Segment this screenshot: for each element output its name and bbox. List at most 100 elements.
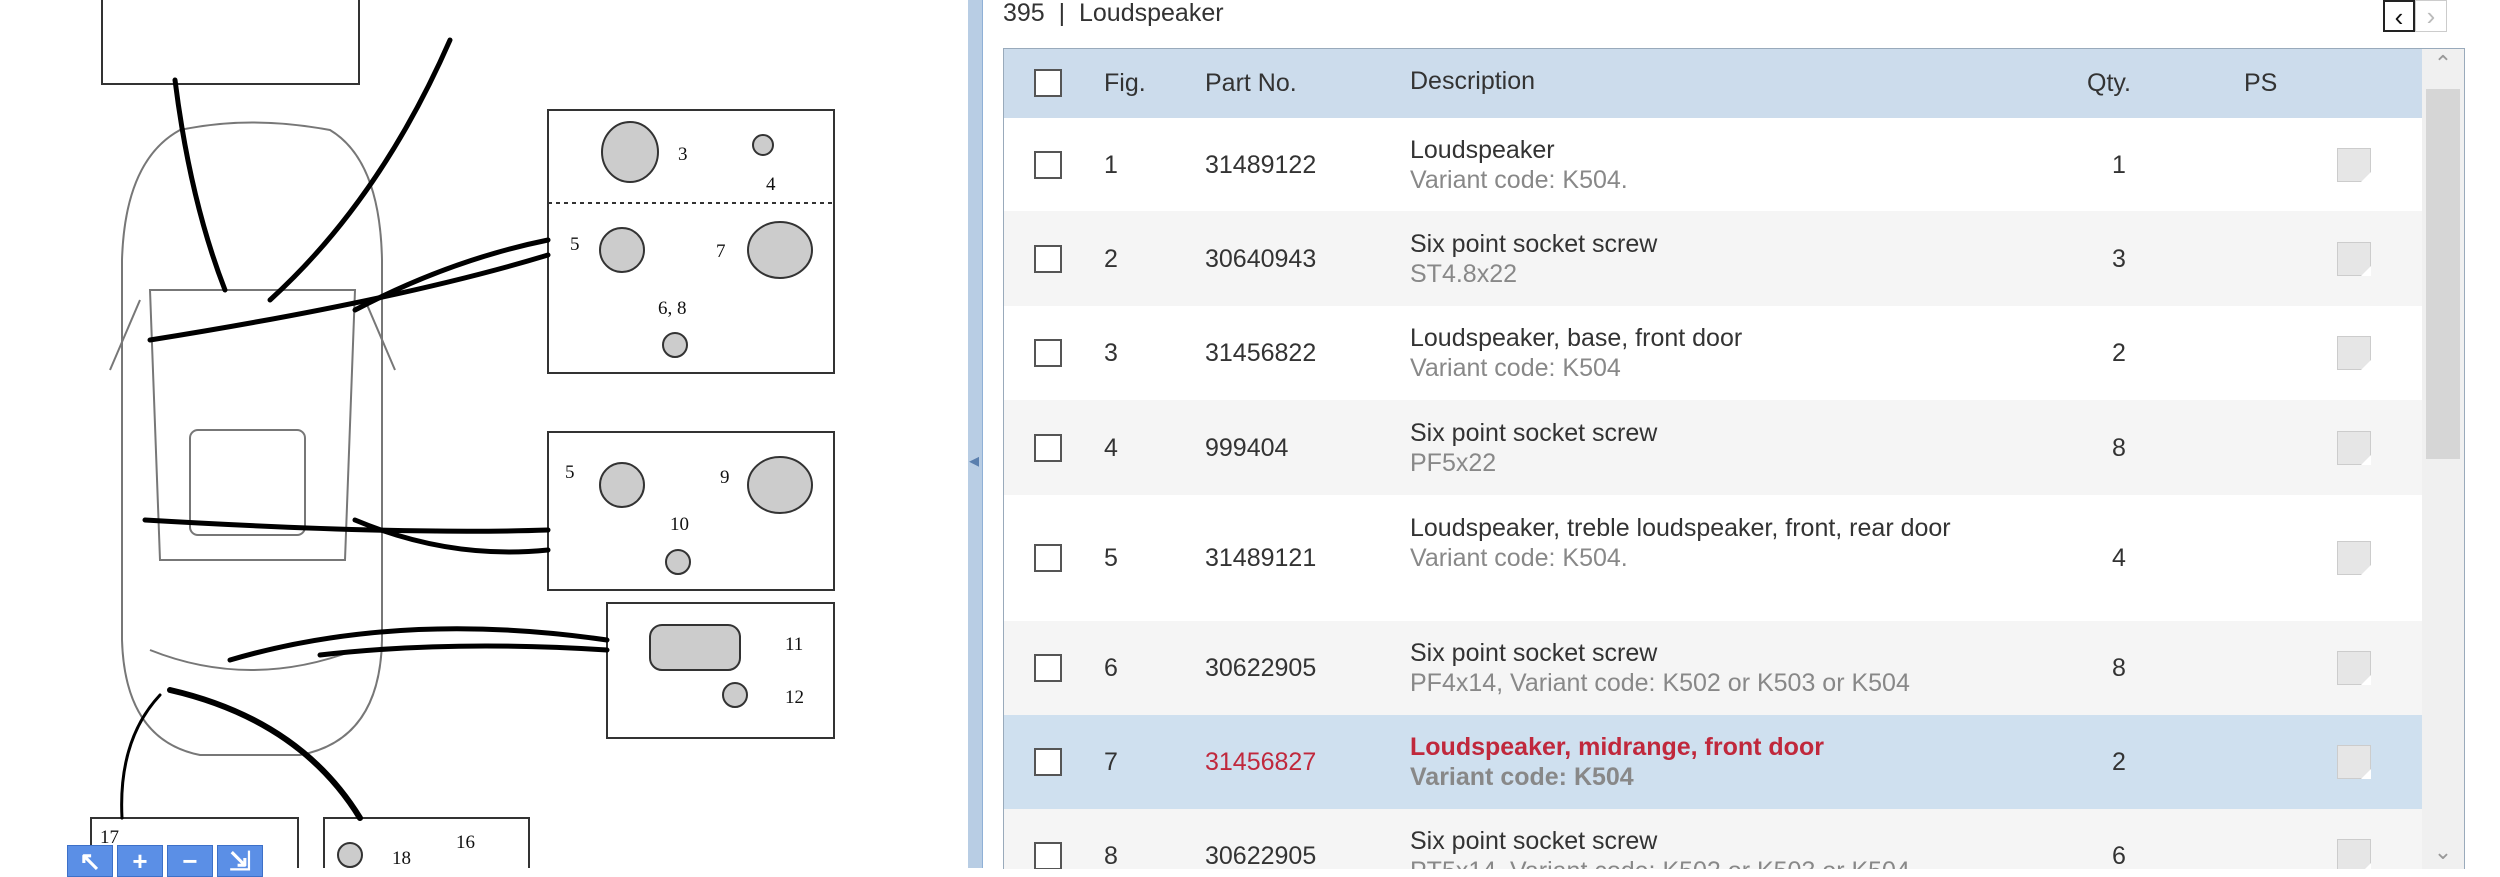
note-icon[interactable]: [2337, 745, 2371, 779]
table-row[interactable]: 8 30622905 Six point socket screwPT5x14, V…: [1004, 809, 2422, 869]
parts-diagram[interactable]: 3 4 5 7 6, 8 5 9 10 11 12 17 18 16: [0, 0, 960, 868]
description-subtitle: PT5x14, Variant code: K502 or K503 or K5…: [1410, 856, 1970, 869]
diagram-label[interactable]: 4: [766, 174, 776, 195]
prev-button[interactable]: ‹: [2383, 0, 2415, 32]
scroll-up-icon[interactable]: ⌃: [2422, 51, 2464, 77]
table-header: Fig. Part No. Description Qty. PS: [1004, 49, 2422, 118]
description-cell: Six point socket screwPT5x14, Variant co…: [1410, 826, 1970, 869]
callout-box-top: [101, 0, 360, 85]
scrollbar[interactable]: ⌃ ⌄: [2422, 49, 2464, 869]
description-cell: Loudspeaker, midrange, front door Variant…: [1410, 732, 1970, 792]
zoom-out-icon[interactable]: −: [167, 845, 213, 877]
description-subtitle: PF4x14, Variant code: K502 or K503 or K5…: [1410, 669, 1910, 697]
description-title: Six point socket screw: [1410, 418, 1658, 447]
note-icon[interactable]: [2337, 430, 2371, 465]
description-title: Six point socket screw: [1410, 229, 1658, 258]
part-no-cell[interactable]: 30640943: [1205, 245, 1316, 274]
description-subtitle: Variant code: K504: [1410, 763, 1634, 791]
diagram-label[interactable]: 18: [392, 848, 411, 868]
qty-cell: 8: [2112, 654, 2126, 682]
diagram-label[interactable]: 5: [570, 234, 580, 255]
note-icon[interactable]: [2337, 336, 2371, 370]
description-title: Loudspeaker, treble loudspeaker, front, …: [1410, 514, 1951, 542]
diagram-label[interactable]: 10: [670, 514, 689, 535]
description-title: Loudspeaker, midrange, front door: [1410, 733, 1824, 761]
description-cell: Loudspeaker, treble loudspeaker, front, …: [1410, 513, 1970, 573]
description-cell: Six point socket screw ST4.8x22: [1410, 229, 1970, 289]
table-row[interactable]: 1 31489122 Loudspeaker Variant code: K504. 1: [1004, 118, 2422, 211]
header-fig[interactable]: Fig.: [1104, 69, 1146, 98]
note-icon[interactable]: [2337, 241, 2371, 276]
diagram-label[interactable]: 3: [678, 144, 688, 165]
row-checkbox[interactable]: [1034, 654, 1062, 682]
diagram-label[interactable]: 7: [716, 241, 726, 262]
qty-cell: 4: [2112, 544, 2126, 572]
panel-collapse-handle[interactable]: ◂: [968, 0, 983, 868]
diagram-label[interactable]: 16: [456, 832, 475, 853]
description-subtitle: Variant code: K504: [1410, 354, 1621, 382]
fig-cell: 8: [1104, 842, 1118, 869]
part-no-cell[interactable]: 31456822: [1205, 339, 1316, 368]
description-cell: Six point socket screw PF5x22: [1410, 418, 1970, 478]
pager: ‹ ›: [2383, 0, 2447, 32]
fig-cell: 3: [1104, 339, 1118, 367]
description-subtitle: Variant code: K504.: [1410, 544, 1628, 572]
diagram-label[interactable]: 11: [785, 634, 803, 655]
qty-cell: 1: [2112, 150, 2126, 179]
note-icon[interactable]: [2337, 541, 2371, 575]
fig-cell: 5: [1104, 544, 1118, 572]
header-ps[interactable]: PS: [2244, 69, 2277, 98]
table-row[interactable]: 3 31456822 Loudspeaker, base, front door Va…: [1004, 306, 2422, 400]
description-cell: Loudspeaker Variant code: K504.: [1410, 135, 1970, 195]
qty-cell: 2: [2112, 339, 2126, 367]
description-subtitle: ST4.8x22: [1410, 259, 1518, 288]
row-checkbox[interactable]: [1034, 150, 1062, 179]
chevron-left-icon: ◂: [969, 450, 980, 472]
scrollbar-thumb[interactable]: [2426, 89, 2460, 459]
fig-cell: 1: [1104, 150, 1118, 179]
description-title: Six point socket screw: [1410, 827, 1658, 855]
description-title: Loudspeaker, base, front door: [1410, 324, 1743, 352]
diagram-label[interactable]: 9: [720, 467, 730, 488]
description-cell: Six point socket screw PF4x14, Variant co…: [1410, 638, 1970, 698]
table-row[interactable]: 4 999404 Six point socket screw PF5x22 8: [1004, 400, 2422, 495]
table-row[interactable]: 2 30640943 Six point socket screw ST4.8x22 3: [1004, 211, 2422, 306]
parts-table: Fig. Part No. Description Qty. PS 1 31489…: [1003, 48, 2465, 869]
diagram-label[interactable]: 6, 8: [658, 298, 687, 319]
row-checkbox[interactable]: [1034, 244, 1062, 273]
diagram-label[interactable]: 5: [565, 462, 575, 483]
note-icon[interactable]: [2337, 147, 2371, 182]
fit-icon[interactable]: ⇲: [217, 845, 263, 877]
part-no-cell[interactable]: 30622905: [1205, 842, 1316, 869]
next-button[interactable]: ›: [2415, 0, 2447, 32]
table-row[interactable]: 6 30622905 Six point socket screw PF4x14, V…: [1004, 621, 2422, 715]
header-part-no[interactable]: Part No.: [1205, 69, 1297, 98]
note-icon[interactable]: [2337, 839, 2371, 869]
row-checkbox[interactable]: [1034, 748, 1062, 776]
row-checkbox[interactable]: [1034, 339, 1062, 367]
qty-cell: 8: [2112, 433, 2126, 462]
description-subtitle: Variant code: K504.: [1410, 165, 1628, 194]
part-no-cell[interactable]: 31489122: [1205, 151, 1316, 180]
table-row[interactable]: 7 31456827 Loudspeaker, midrange, front do…: [1004, 715, 2422, 809]
row-checkbox[interactable]: [1034, 842, 1062, 869]
diagram-label[interactable]: 12: [785, 687, 804, 708]
zoom-in-icon[interactable]: +: [117, 845, 163, 877]
qty-cell: 2: [2112, 748, 2126, 776]
part-no-cell[interactable]: 30622905: [1205, 654, 1316, 683]
select-all-checkbox[interactable]: [1034, 69, 1062, 97]
pointer-icon[interactable]: ↖: [67, 845, 113, 877]
note-icon[interactable]: [2337, 651, 2371, 685]
row-checkbox[interactable]: [1034, 544, 1062, 572]
part-no-cell[interactable]: 999404: [1205, 434, 1288, 463]
part-no-cell[interactable]: 31489121: [1205, 544, 1316, 573]
header-qty[interactable]: Qty.: [2074, 69, 2144, 98]
row-checkbox[interactable]: [1034, 433, 1062, 462]
part-no-cell[interactable]: 31456827: [1205, 748, 1316, 777]
fig-cell: 4: [1104, 433, 1118, 462]
table-row[interactable]: 5 31489121 Loudspeaker, treble loudspeaker…: [1004, 495, 2422, 621]
description-cell: Loudspeaker, base, front door Variant cod…: [1410, 323, 1970, 383]
header-description[interactable]: Description: [1410, 66, 1535, 96]
scroll-down-icon[interactable]: ⌄: [2422, 839, 2464, 865]
qty-cell: 3: [2112, 244, 2126, 273]
